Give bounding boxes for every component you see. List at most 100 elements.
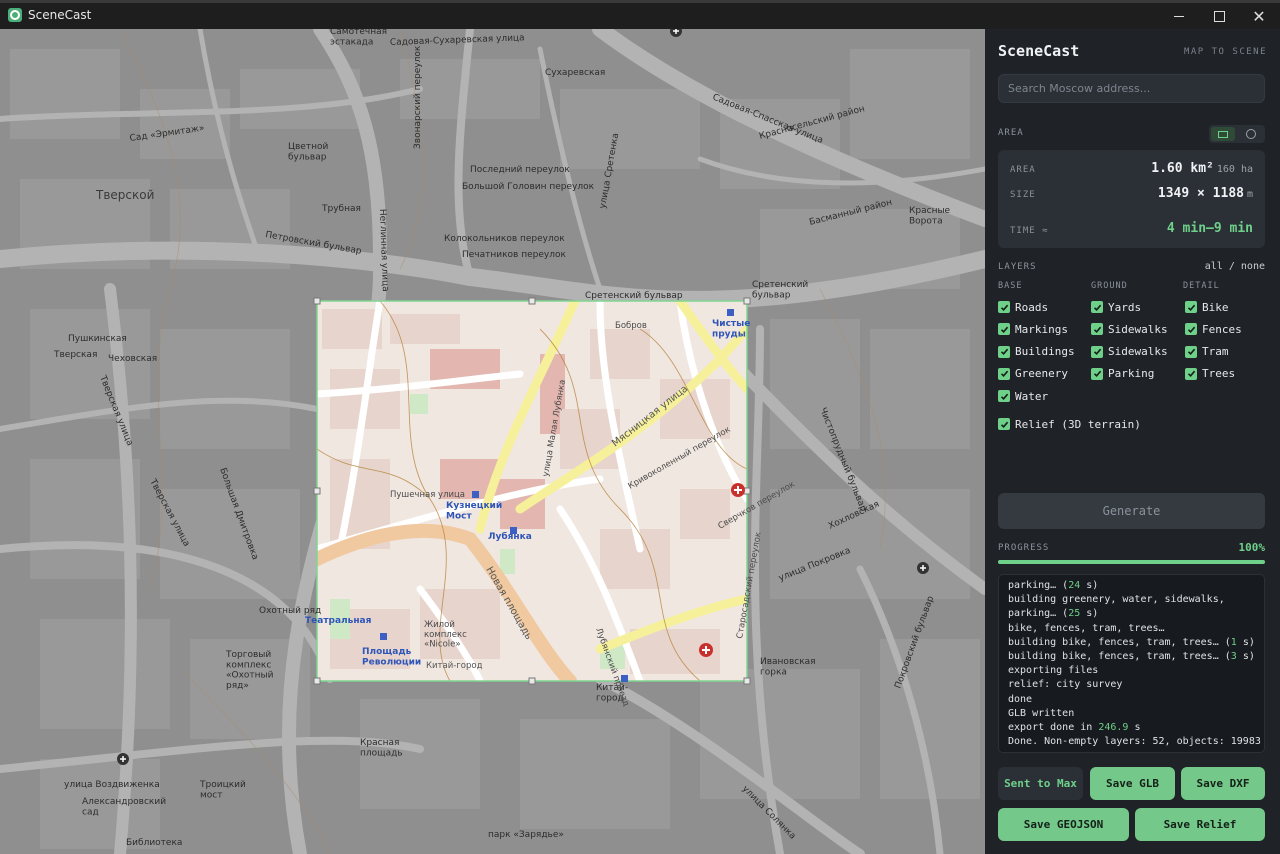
checkbox-checked-icon (1091, 345, 1103, 358)
area-stats-card: AREA 1.60 km² 160 ha SIZE 1349 × 1188 m TI… (998, 150, 1265, 248)
layer-checkbox-greenery[interactable]: Greenery (998, 366, 1068, 382)
selection-handle (313, 487, 321, 495)
layer-checkbox-water[interactable]: Water (998, 388, 1048, 404)
layer-checkbox-label: Tram (1202, 345, 1229, 359)
layer-checkbox-yards[interactable]: Yards (1091, 299, 1141, 315)
layer-checkbox-buildings[interactable]: Buildings (998, 344, 1075, 360)
checkbox-checked-icon (1185, 323, 1197, 336)
log-text: relief: city survey (1008, 679, 1123, 691)
layers-section-label: LAYERS (998, 262, 1037, 272)
map-label: Сретенский бульвар (585, 291, 683, 301)
log-line: Done. Non-empty layers: 52, objects: 199… (1008, 735, 1261, 749)
log-line: parking… (24 s) (1008, 579, 1255, 593)
hospital-icon (731, 483, 745, 497)
save-geojson-button[interactable]: Save GEOJSON (998, 808, 1129, 841)
layer-checkbox-sidewalks[interactable]: Sidewalks (1091, 344, 1168, 360)
map-view[interactable]: Самотечная эстакада Садовая-Сухаревская у… (0, 29, 985, 854)
log-text: building greenery, water, sidewalks, (1008, 594, 1225, 606)
map-label: Колокольников переулок (444, 234, 565, 244)
area-shape-toggle (1209, 125, 1265, 143)
sent-to-max-button[interactable]: Sent to Max (998, 767, 1083, 800)
area-value: 1.60 km² 160 ha (1151, 161, 1253, 176)
layer-checkbox-sidewalks[interactable]: Sidewalks (1091, 321, 1168, 337)
address-search-input[interactable] (998, 74, 1265, 103)
log-number: 246.9 (1098, 722, 1129, 734)
map-label: Китай-город (426, 661, 483, 671)
selection-handle (743, 677, 751, 685)
layer-checkbox-fences[interactable]: Fences (1185, 321, 1242, 337)
layer-checkbox-trees[interactable]: Trees (1185, 366, 1235, 382)
app-logo-icon (8, 8, 22, 22)
selection-map-tile (317, 301, 747, 681)
select-none-layers-link[interactable]: none (1241, 261, 1265, 272)
layer-checkbox-label: Parking (1108, 367, 1155, 381)
map-label: Пушкинская (68, 334, 127, 344)
panel-subtitle: MAP TO SCENE (1183, 47, 1267, 57)
area-section-label: AREA (998, 128, 1024, 138)
circle-icon (1246, 129, 1256, 139)
layers-select-toggle: all / none (1205, 261, 1265, 272)
save-glb-button[interactable]: Save GLB (1090, 767, 1175, 800)
map-canvas[interactable]: Самотечная эстакада Садовая-Сухаревская у… (0, 29, 985, 854)
layer-checkbox-roads[interactable]: Roads (998, 299, 1048, 315)
log-text: GLB written (1008, 707, 1075, 719)
hospital-icon (699, 643, 713, 657)
log-text: export done in (1008, 722, 1099, 734)
progress-bar-fill (998, 560, 1265, 564)
log-number: 25 (1068, 608, 1081, 620)
medical-cross-icon (117, 753, 129, 765)
metro-label: Лубянка (488, 531, 532, 542)
select-all-layers-link[interactable]: all (1205, 261, 1223, 272)
area-label: AREA (1010, 165, 1036, 175)
layer-checkbox-parking[interactable]: Parking (1091, 366, 1154, 382)
layers-separator: / (1228, 261, 1235, 272)
map-label: Охотный ряд (259, 606, 321, 616)
map-label: Красная площадь (360, 738, 403, 758)
log-line: relief: city survey (1008, 678, 1255, 692)
checkbox-checked-icon (1185, 301, 1197, 313)
layer-checkbox-label: Sidewalks (1108, 345, 1168, 359)
medical-cross-icon (917, 562, 929, 574)
save-dxf-button[interactable]: Save DXF (1181, 767, 1265, 800)
relief-3d-terrain-checkbox[interactable]: Relief (3D terrain) (998, 416, 1141, 432)
generate-button[interactable]: Generate (998, 493, 1265, 529)
selection-handle (313, 677, 321, 685)
size-label: SIZE (1010, 190, 1036, 200)
map-label: Последний переулок (470, 165, 570, 175)
window-title: SceneCast (28, 8, 92, 22)
layer-checkbox-label: Markings (1015, 322, 1068, 336)
layer-checkbox-label: Sidewalks (1108, 322, 1168, 336)
group-base-label: BASE (998, 281, 1023, 291)
time-label: TIME ≈ (1010, 226, 1049, 236)
map-label: Библиотека (126, 838, 182, 848)
log-line: exporting files (1008, 664, 1255, 678)
circle-shape-button[interactable] (1239, 127, 1263, 141)
log-text: Done. Non-empty layers: 52, objects: 199… (1008, 736, 1261, 748)
checkbox-checked-icon (1091, 367, 1103, 380)
map-label: парк «Зарядье» (488, 830, 564, 840)
log-text: exporting files (1008, 665, 1099, 677)
log-text: bike, fences, tram, trees… (1008, 622, 1165, 634)
log-text: building bike, fences, tram, trees… ( (1008, 636, 1231, 648)
layer-checkbox-label: Water (1015, 389, 1049, 403)
checkbox-checked-icon (998, 367, 1010, 380)
build-log[interactable]: parking… (24 s) building greenery, water,… (998, 574, 1265, 753)
selection-handle (743, 297, 751, 305)
rectangle-shape-button[interactable] (1211, 127, 1235, 141)
map-label: Сухаревская (545, 68, 605, 78)
checkbox-checked-icon (1091, 323, 1103, 336)
log-text: s) (1236, 651, 1255, 663)
maximize-icon (1213, 10, 1225, 22)
checkbox-checked-icon (1185, 367, 1197, 380)
layer-checkbox-tram[interactable]: Tram (1185, 344, 1229, 360)
progress-percent: 100% (1238, 541, 1266, 554)
log-line: building greenery, water, sidewalks, (1008, 593, 1255, 607)
map-label: Звонарский переулок (413, 45, 423, 149)
close-button[interactable]: ✕ (1236, 3, 1280, 29)
save-relief-button[interactable]: Save Relief (1135, 808, 1265, 841)
layer-checkbox-bike[interactable]: Bike (1185, 299, 1229, 315)
layer-checkbox-markings[interactable]: Markings (998, 321, 1068, 337)
log-text: s) (1080, 608, 1099, 620)
size-dimensions: 1349 × 1188 (1157, 186, 1244, 201)
area-ha: 160 ha (1216, 164, 1253, 175)
